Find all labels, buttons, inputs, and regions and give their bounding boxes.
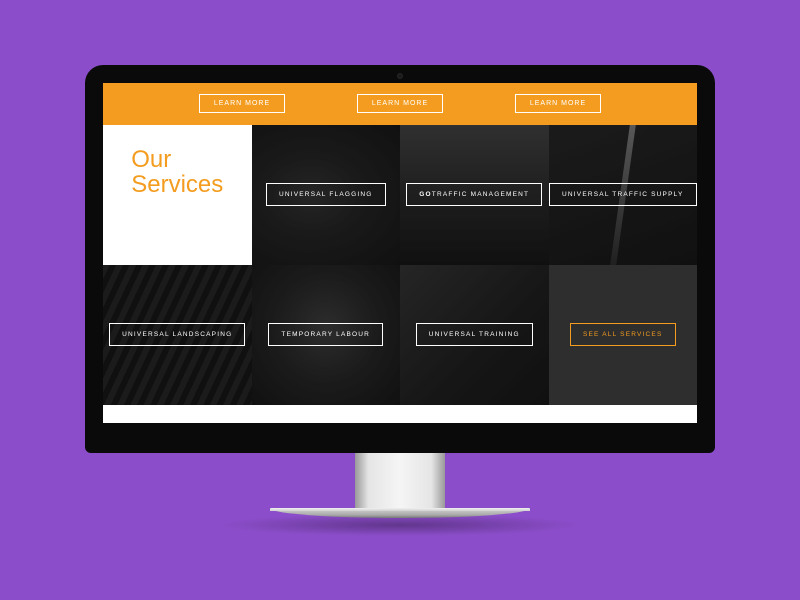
service-prefix: GO: [419, 191, 432, 198]
section-title-tile: Our Services: [103, 125, 252, 265]
service-tile-flagging[interactable]: UNIVERSAL FLAGGING: [252, 125, 401, 265]
service-button-labour[interactable]: TEMPORARY LABOUR: [268, 323, 383, 346]
section-title-line1: Our: [131, 146, 171, 173]
section-title: Our Services: [131, 147, 223, 197]
monitor-stand-neck: [355, 453, 445, 508]
service-button-landscaping[interactable]: UNIVERSAL LANDSCAPING: [109, 323, 245, 346]
screen: LEARN MORE LEARN MORE LEARN MORE Our Ser…: [103, 83, 697, 423]
service-button-flagging[interactable]: UNIVERSAL FLAGGING: [266, 183, 386, 206]
service-tile-labour[interactable]: TEMPORARY LABOUR: [252, 265, 401, 405]
service-button-traffic-management[interactable]: GOTRAFFIC MANAGEMENT: [406, 183, 542, 206]
service-tile-see-all[interactable]: SEE ALL SERVICES: [549, 265, 698, 405]
learn-more-button-1[interactable]: LEARN MORE: [199, 94, 285, 113]
learn-more-button-3[interactable]: LEARN MORE: [515, 94, 601, 113]
learn-more-button-2[interactable]: LEARN MORE: [357, 94, 443, 113]
see-all-services-button[interactable]: SEE ALL SERVICES: [570, 323, 676, 346]
service-tile-traffic-management[interactable]: GOTRAFFIC MANAGEMENT: [400, 125, 549, 265]
services-grid: Our Services UNIVERSAL FLAGGING GOTRAFFI…: [103, 125, 697, 405]
camera-icon: [397, 73, 403, 79]
service-button-training[interactable]: UNIVERSAL TRAINING: [416, 323, 533, 346]
service-rest: TRAFFIC MANAGEMENT: [432, 191, 529, 198]
monitor-bezel: LEARN MORE LEARN MORE LEARN MORE Our Ser…: [85, 65, 715, 453]
service-tile-traffic-supply[interactable]: UNIVERSAL TRAFFIC SUPPLY: [549, 125, 698, 265]
section-title-line2: Services: [131, 171, 223, 198]
top-cta-bar: LEARN MORE LEARN MORE LEARN MORE: [103, 83, 697, 125]
monitor-mockup: LEARN MORE LEARN MORE LEARN MORE Our Ser…: [85, 65, 715, 536]
service-tile-training[interactable]: UNIVERSAL TRAINING: [400, 265, 549, 405]
footer-strip: [103, 405, 697, 423]
service-tile-landscaping[interactable]: UNIVERSAL LANDSCAPING: [103, 265, 252, 405]
service-button-traffic-supply[interactable]: UNIVERSAL TRAFFIC SUPPLY: [549, 183, 697, 206]
